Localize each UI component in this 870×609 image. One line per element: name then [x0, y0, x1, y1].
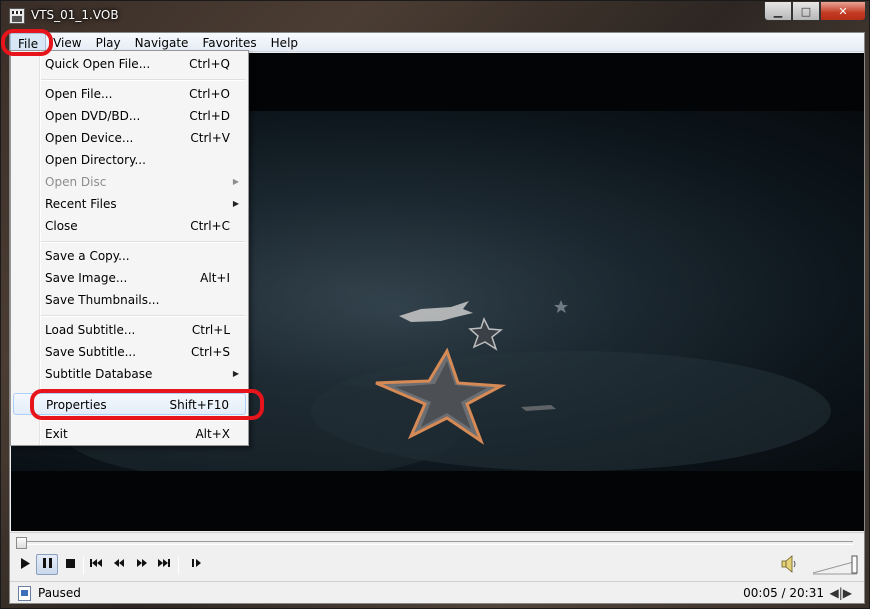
status-file-icon	[18, 586, 31, 601]
skip-forward-button[interactable]	[153, 554, 175, 575]
menu-separator	[41, 241, 245, 243]
menu-item-exit[interactable]: Exit Alt+X	[13, 423, 246, 445]
play-button[interactable]	[14, 554, 36, 575]
menu-item-close[interactable]: Close Ctrl+C	[13, 215, 246, 237]
frame-step-button[interactable]	[185, 554, 207, 575]
rewind-icon	[114, 559, 124, 570]
file-menu-dropdown: Quick Open File... Ctrl+Q Open File... C…	[10, 50, 249, 446]
app-clapperboard-icon[interactable]	[9, 8, 25, 24]
window-controls: ▁ □ ✕	[764, 2, 866, 21]
fast-forward-icon	[137, 559, 147, 570]
stop-icon	[65, 558, 75, 571]
submenu-arrow-icon: ▶	[232, 369, 239, 378]
skip-forward-icon	[158, 559, 170, 570]
audio-channels-icon[interactable]: ◀|▶	[830, 586, 853, 600]
speaker-icon[interactable]	[781, 555, 797, 573]
pause-icon	[42, 558, 52, 571]
status-bar: Paused 00:05 / 20:31 ◀|▶	[10, 581, 864, 603]
seek-bar[interactable]	[17, 541, 853, 545]
menu-item-save-subtitle[interactable]: Save Subtitle... Ctrl+S	[13, 341, 246, 363]
menu-item-open-dvd-bd[interactable]: Open DVD/BD... Ctrl+D	[13, 105, 246, 127]
skip-back-icon	[90, 559, 102, 570]
menu-item-quick-open-file[interactable]: Quick Open File... Ctrl+Q	[13, 53, 246, 75]
playback-controls	[10, 532, 864, 580]
stop-button[interactable]	[59, 554, 81, 575]
frame-step-icon	[191, 559, 201, 570]
seek-handle[interactable]	[16, 537, 27, 549]
separator	[83, 556, 84, 574]
properties-highlight	[30, 389, 264, 420]
title-bar[interactable]: VTS_01_1.VOB ▁ □ ✕	[1, 1, 870, 33]
volume-slider[interactable]	[811, 553, 859, 575]
menu-separator	[41, 79, 245, 81]
minimize-button[interactable]: ▁	[764, 2, 792, 21]
time-display[interactable]: 00:05 / 20:31	[743, 586, 824, 600]
menu-item-load-subtitle[interactable]: Load Subtitle... Ctrl+L	[13, 319, 246, 341]
window-title: VTS_01_1.VOB	[31, 8, 119, 22]
menu-item-save-a-copy[interactable]: Save a Copy...	[13, 245, 246, 267]
submenu-arrow-icon: ▶	[232, 199, 239, 208]
separator	[178, 556, 179, 574]
menu-item-open-device[interactable]: Open Device... Ctrl+V	[13, 127, 246, 149]
status-state: Paused	[38, 586, 81, 600]
file-menu-highlight	[1, 29, 53, 56]
menu-item-open-disc: Open Disc ▶	[13, 171, 246, 193]
menu-item-save-thumbnails[interactable]: Save Thumbnails...	[13, 289, 246, 311]
fast-forward-button[interactable]	[131, 554, 153, 575]
close-button[interactable]: ✕	[820, 2, 866, 21]
maximize-button[interactable]: □	[792, 2, 820, 21]
menu-item-save-image[interactable]: Save Image... Alt+I	[13, 267, 246, 289]
rewind-button[interactable]	[108, 554, 130, 575]
menu-item-recent-files[interactable]: Recent Files ▶	[13, 193, 246, 215]
submenu-arrow-icon: ▶	[232, 177, 239, 186]
pause-button[interactable]	[36, 554, 58, 575]
menu-help[interactable]: Help	[264, 33, 305, 52]
menu-separator	[41, 315, 245, 317]
menu-item-open-file[interactable]: Open File... Ctrl+O	[13, 83, 246, 105]
menu-item-open-directory[interactable]: Open Directory...	[13, 149, 246, 171]
play-icon	[20, 557, 30, 572]
skip-back-button[interactable]	[85, 554, 107, 575]
menu-item-subtitle-database[interactable]: Subtitle Database ▶	[13, 363, 246, 385]
